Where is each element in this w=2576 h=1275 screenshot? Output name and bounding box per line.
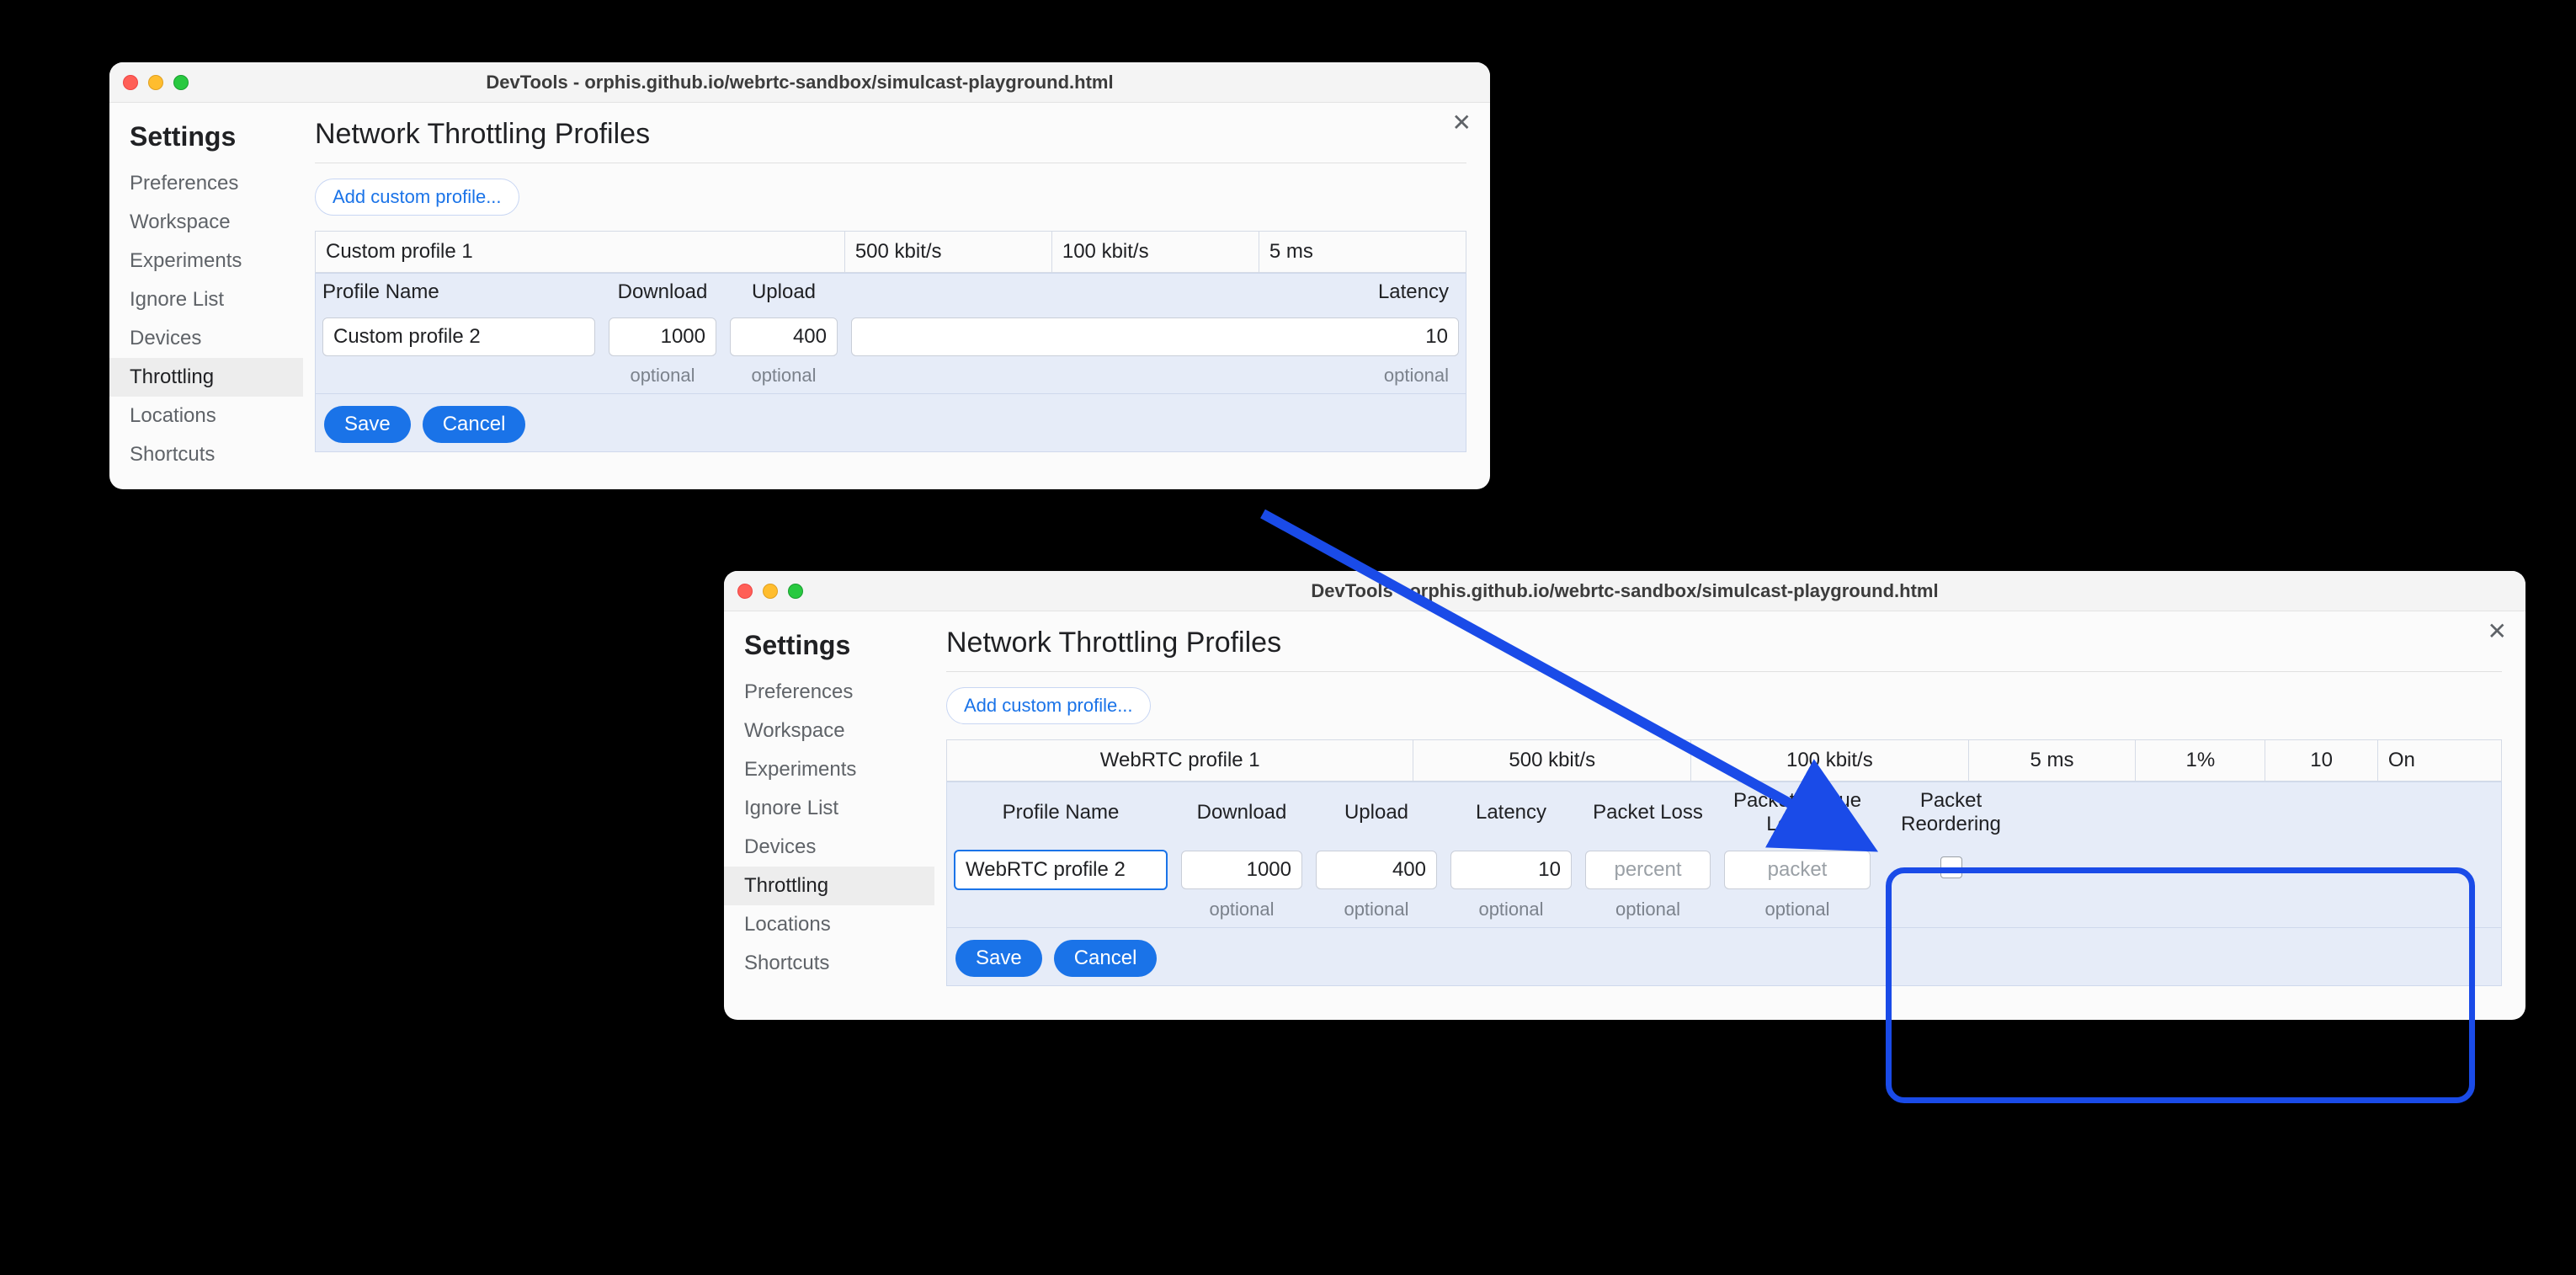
profile-name-input[interactable] (322, 317, 595, 356)
download-input[interactable] (1181, 851, 1302, 889)
add-custom-profile-button[interactable]: Add custom profile... (946, 687, 1151, 724)
cancel-button[interactable]: Cancel (423, 406, 526, 443)
upload-input[interactable] (1316, 851, 1437, 889)
profiles-table: WebRTC profile 1 500 kbit/s 100 kbit/s 5… (946, 739, 2502, 782)
profile-editor: Profile Name Download Upload Latency Pac… (946, 782, 2502, 928)
profile-name-cell: Custom profile 1 (316, 232, 845, 273)
table-row[interactable]: Custom profile 1 500 kbit/s 100 kbit/s 5… (316, 232, 1466, 273)
profile-upload-cell: 100 kbit/s (1051, 232, 1259, 273)
sidebar-item-workspace[interactable]: Workspace (109, 203, 303, 242)
profile-name-input[interactable] (954, 850, 1168, 890)
profile-latency-cell: 5 ms (1968, 740, 2136, 782)
sidebar-item-locations[interactable]: Locations (109, 397, 303, 435)
column-header-name: Profile Name (316, 274, 602, 311)
page-title: Network Throttling Profiles (315, 118, 1466, 163)
column-header-name: Profile Name (947, 794, 1174, 831)
optional-hint: optional (602, 363, 723, 393)
sidebar-item-ignore-list[interactable]: Ignore List (109, 280, 303, 319)
sidebar-item-throttling[interactable]: Throttling (724, 867, 934, 905)
profile-download-cell: 500 kbit/s (1413, 740, 1691, 782)
packet-loss-input[interactable] (1585, 851, 1711, 889)
column-header-upload: Upload (1309, 794, 1444, 831)
profile-reorder-cell: On (2377, 740, 2501, 782)
sidebar-item-preferences[interactable]: Preferences (109, 164, 303, 203)
settings-sidebar: Settings Preferences Workspace Experimen… (109, 103, 303, 489)
column-header-packet-loss: Packet Loss (1578, 794, 1717, 831)
sidebar-item-throttling[interactable]: Throttling (109, 358, 303, 397)
column-header-packet-reordering: Packet Reordering (1877, 782, 2025, 843)
close-icon[interactable]: ✕ (2488, 620, 2507, 643)
sidebar-item-preferences[interactable]: Preferences (724, 673, 934, 712)
column-header-latency: Latency (844, 274, 1466, 311)
close-icon[interactable]: ✕ (1452, 111, 1472, 135)
optional-hint: optional (1578, 897, 1717, 927)
window-title: DevTools - orphis.github.io/webrtc-sandb… (109, 72, 1490, 93)
optional-hint: optional (723, 363, 844, 393)
optional-hint: optional (844, 363, 1466, 393)
window-titlebar: DevTools - orphis.github.io/webrtc-sandb… (109, 62, 1490, 103)
save-button[interactable]: Save (324, 406, 411, 443)
packet-queue-input[interactable] (1724, 851, 1871, 889)
packet-reordering-checkbox[interactable] (1940, 856, 1962, 878)
column-header-latency: Latency (1444, 794, 1578, 831)
window-title: DevTools - orphis.github.io/webrtc-sandb… (724, 580, 2525, 602)
column-header-download: Download (602, 274, 723, 311)
profile-latency-cell: 5 ms (1259, 232, 1466, 273)
table-row[interactable]: WebRTC profile 1 500 kbit/s 100 kbit/s 5… (947, 740, 2502, 782)
profile-download-cell: 500 kbit/s (844, 232, 1051, 273)
page-title: Network Throttling Profiles (946, 627, 2502, 672)
settings-heading: Settings (724, 627, 934, 673)
optional-hint: optional (1174, 897, 1309, 927)
profile-loss-cell: 1% (2136, 740, 2265, 782)
profile-editor: Profile Name Download Upload Latency opt… (315, 273, 1466, 394)
cancel-button[interactable]: Cancel (1054, 940, 1158, 977)
profile-name-cell: WebRTC profile 1 (947, 740, 1413, 782)
optional-hint: optional (1444, 897, 1578, 927)
sidebar-item-locations[interactable]: Locations (724, 905, 934, 944)
sidebar-item-shortcuts[interactable]: Shortcuts (724, 944, 934, 983)
sidebar-item-ignore-list[interactable]: Ignore List (724, 789, 934, 828)
sidebar-item-devices[interactable]: Devices (724, 828, 934, 867)
profile-upload-cell: 100 kbit/s (1691, 740, 1969, 782)
settings-heading: Settings (109, 118, 303, 164)
sidebar-item-experiments[interactable]: Experiments (724, 750, 934, 789)
latency-input[interactable] (1450, 851, 1572, 889)
column-header-download: Download (1174, 794, 1309, 831)
sidebar-item-workspace[interactable]: Workspace (724, 712, 934, 750)
download-input[interactable] (609, 317, 716, 356)
column-header-upload: Upload (723, 274, 844, 311)
settings-sidebar: Settings Preferences Workspace Experimen… (724, 611, 934, 1020)
sidebar-item-devices[interactable]: Devices (109, 319, 303, 358)
sidebar-item-experiments[interactable]: Experiments (109, 242, 303, 280)
profile-queue-cell: 10 (2265, 740, 2377, 782)
upload-input[interactable] (730, 317, 838, 356)
profiles-table: Custom profile 1 500 kbit/s 100 kbit/s 5… (315, 231, 1466, 273)
add-custom-profile-button[interactable]: Add custom profile... (315, 179, 519, 216)
optional-hint: optional (1717, 897, 1877, 927)
save-button[interactable]: Save (955, 940, 1042, 977)
column-header-packet-queue: Packet Queue Length (1717, 782, 1877, 843)
sidebar-item-shortcuts[interactable]: Shortcuts (109, 435, 303, 474)
optional-hint: optional (1309, 897, 1444, 927)
latency-input[interactable] (851, 317, 1459, 356)
window-titlebar: DevTools - orphis.github.io/webrtc-sandb… (724, 571, 2525, 611)
